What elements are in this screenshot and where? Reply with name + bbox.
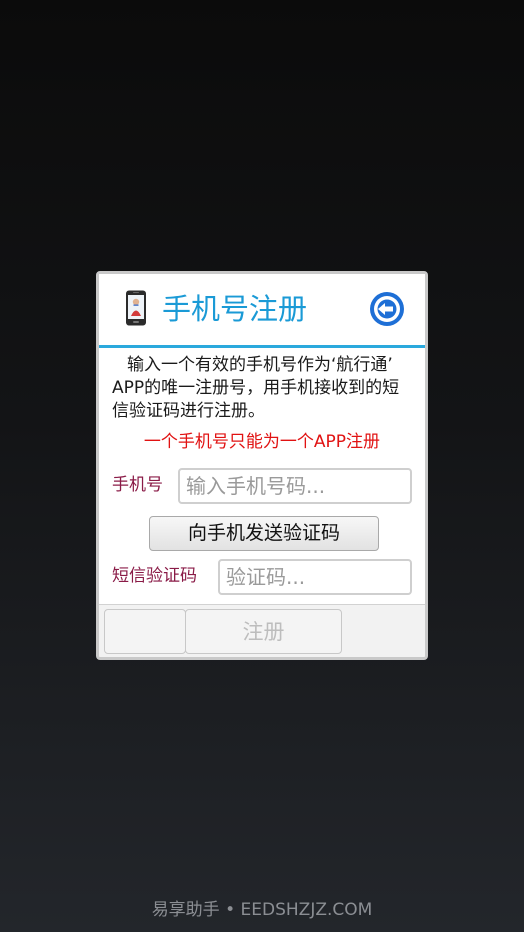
dialog-header: 手机号注册 [99,274,425,348]
verification-code-input[interactable] [218,559,412,595]
mobile-phone-icon [126,290,146,326]
footer-blank-button[interactable] [104,609,186,654]
back-arrow-circle-icon[interactable] [369,291,405,327]
dialog-title: 手机号注册 [162,292,308,326]
phone-label: 手机号 [112,475,163,495]
description-text: 输入一个有效的手机号作为‘航行通’ APP的唯一注册号，用手机接收到的短信验证码… [112,355,400,421]
warning-text: 一个手机号只能为一个APP注册 [143,432,381,452]
send-code-button[interactable]: 向手机发送验证码 [149,516,379,551]
phone-number-input[interactable] [178,468,412,504]
watermark-text: 易享助手 • EEDSHZJZ.COM [151,900,373,920]
dialog-body: 输入一个有效的手机号作为‘航行通’ APP的唯一注册号，用手机接收到的短信验证码… [99,348,425,604]
footer-divider [99,604,425,605]
register-dialog: 手机号注册 输入一个有效的手机号作为‘航行通’ APP的唯一注册号，用手机接收到… [96,271,428,660]
code-label: 短信验证码 [112,566,197,586]
register-button[interactable]: 注册 [185,609,342,654]
